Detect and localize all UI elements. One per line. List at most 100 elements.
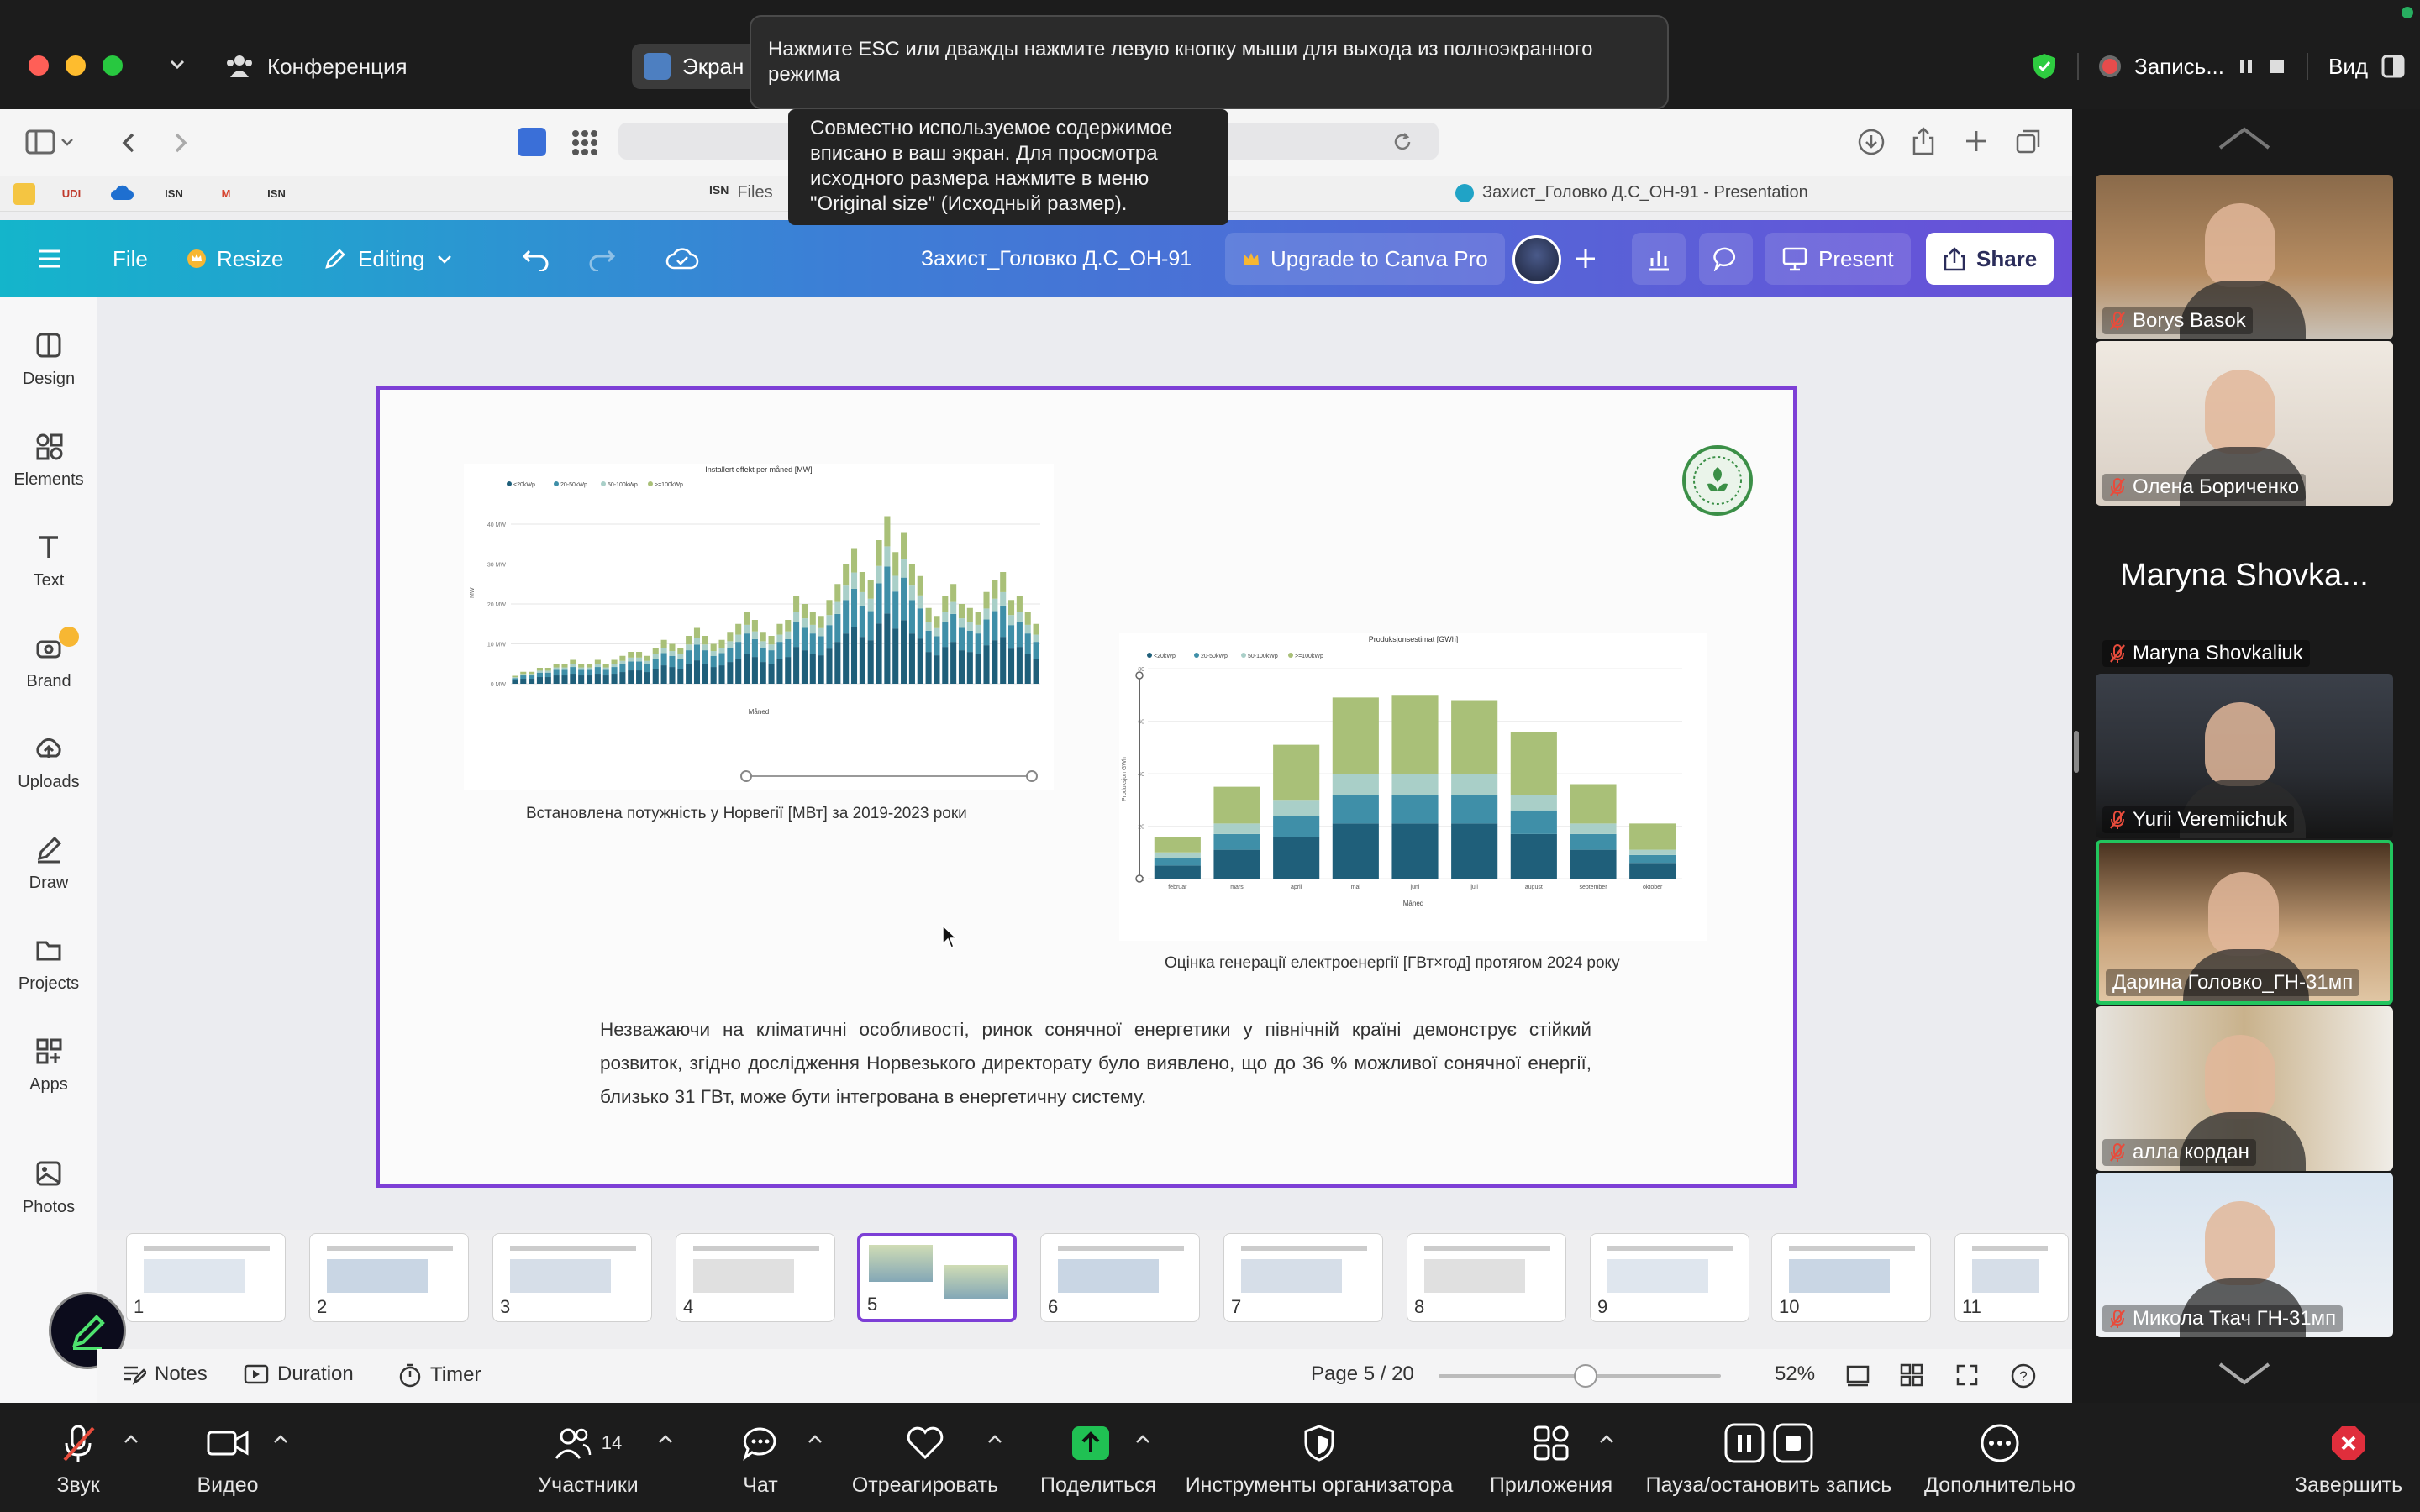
undo-icon[interactable] bbox=[521, 220, 551, 297]
rail-item-uploads[interactable]: Uploads bbox=[0, 732, 97, 792]
cloud-icon[interactable] bbox=[109, 183, 134, 205]
extension-icon[interactable] bbox=[518, 128, 546, 156]
range-slider-end[interactable] bbox=[1026, 770, 1038, 782]
page-view-icon[interactable] bbox=[1845, 1362, 1870, 1388]
slide-thumbnail-4[interactable]: 4 bbox=[676, 1233, 835, 1322]
tab-files[interactable]: ISN Files bbox=[709, 183, 773, 202]
view-menu-label[interactable]: Вид bbox=[2328, 54, 2368, 80]
host-tools-button[interactable]: Инструменты организатора bbox=[1176, 1423, 1462, 1498]
cloud-saved-icon[interactable] bbox=[666, 220, 699, 297]
chevron-down-icon[interactable] bbox=[166, 54, 188, 76]
chevron-up-icon[interactable] bbox=[272, 1433, 289, 1445]
slider-handle[interactable] bbox=[1135, 874, 1144, 883]
rail-item-draw[interactable]: Draw bbox=[0, 833, 97, 893]
chevron-up-icon[interactable] bbox=[1598, 1433, 1615, 1445]
stop-record-icon[interactable] bbox=[2268, 57, 2286, 76]
view-layout-icon[interactable] bbox=[2381, 55, 2405, 78]
sidebar-toggle-icon[interactable] bbox=[25, 128, 76, 158]
slide-thumbnail-3[interactable]: 3 bbox=[492, 1233, 652, 1322]
video-tile[interactable]: Maryna Shovka... Maryna Shovkaliuk bbox=[2096, 507, 2393, 672]
comments-icon[interactable] bbox=[1699, 233, 1753, 285]
video-tile[interactable]: Олена Бориченко bbox=[2096, 341, 2393, 506]
bookmark-isn[interactable]: ISN bbox=[163, 183, 185, 205]
more-button[interactable]: Дополнительно bbox=[1916, 1423, 2084, 1498]
pause-stop-recording-button[interactable]: Пауза/остановить запись bbox=[1639, 1423, 1899, 1498]
rail-item-design[interactable]: Design bbox=[0, 329, 97, 389]
scroll-down-icon[interactable] bbox=[2215, 1359, 2274, 1388]
share-screen-button[interactable]: Поделиться bbox=[1040, 1423, 1156, 1498]
rail-item-elements[interactable]: Elements bbox=[0, 430, 97, 490]
file-menu[interactable]: File bbox=[113, 220, 148, 297]
editing-mode-button[interactable]: Editing bbox=[323, 220, 454, 297]
back-icon[interactable] bbox=[119, 129, 139, 156]
redo-icon[interactable] bbox=[587, 220, 617, 297]
zoom-window-button[interactable] bbox=[103, 55, 123, 76]
hamburger-menu-icon[interactable] bbox=[37, 220, 62, 297]
insights-icon[interactable] bbox=[1632, 233, 1686, 285]
slide-thumbnail-10[interactable]: 10 bbox=[1771, 1233, 1931, 1322]
resize-button[interactable]: Resize bbox=[187, 220, 283, 297]
slide[interactable]: Installert effekt per måned [MW] <20kWp 20… bbox=[376, 386, 1797, 1188]
video-button[interactable]: Видео bbox=[190, 1423, 266, 1498]
security-shield-icon[interactable] bbox=[2032, 53, 2057, 80]
zoom-slider-handle[interactable] bbox=[1573, 1364, 1597, 1388]
rail-item-apps[interactable]: Apps bbox=[0, 1035, 97, 1095]
slide-thumbnail-11[interactable]: 11 bbox=[1954, 1233, 2069, 1322]
share-button[interactable]: Share bbox=[1926, 233, 2054, 285]
tab-overview-icon[interactable] bbox=[2015, 128, 2042, 155]
slide-thumbnail-9[interactable]: 9 bbox=[1590, 1233, 1749, 1322]
slide-thumbnail-1[interactable]: 1 bbox=[126, 1233, 286, 1322]
reload-icon[interactable] bbox=[1392, 131, 1413, 153]
zoom-percent[interactable]: 52% bbox=[1775, 1362, 1815, 1386]
zoom-slider[interactable] bbox=[1439, 1364, 1721, 1388]
chevron-up-icon[interactable] bbox=[1134, 1433, 1151, 1445]
present-button[interactable]: Present bbox=[1765, 233, 1911, 285]
chevron-up-icon[interactable] bbox=[123, 1433, 139, 1445]
add-collaborator-icon[interactable] bbox=[1573, 220, 1598, 297]
chevron-up-icon[interactable] bbox=[986, 1433, 1003, 1445]
rail-item-photos[interactable]: Photos bbox=[0, 1158, 97, 1217]
upgrade-pro-button[interactable]: Upgrade to Canva Pro bbox=[1225, 233, 1505, 285]
audio-button[interactable]: Звук bbox=[49, 1423, 108, 1498]
slider-handle[interactable] bbox=[1135, 671, 1144, 680]
close-window-button[interactable] bbox=[29, 55, 49, 76]
apps-button[interactable]: Приложения bbox=[1486, 1423, 1617, 1498]
video-tile[interactable]: Микола Ткач ГН-31мп bbox=[2096, 1173, 2393, 1337]
gmail-icon[interactable]: M bbox=[215, 183, 237, 205]
duration-button[interactable]: Duration bbox=[244, 1362, 354, 1386]
chevron-up-icon[interactable] bbox=[657, 1433, 674, 1445]
tab-grid-icon[interactable] bbox=[570, 128, 600, 158]
chevron-up-icon[interactable] bbox=[807, 1433, 823, 1445]
video-tile[interactable]: Yurii Veremiichuk bbox=[2096, 674, 2393, 838]
fullscreen-icon[interactable] bbox=[1954, 1362, 1980, 1388]
video-tile[interactable]: алла кордан bbox=[2096, 1006, 2393, 1171]
bookmark-isn[interactable]: ISN bbox=[266, 183, 287, 205]
conference-menu[interactable]: Конференция bbox=[225, 49, 408, 84]
slide-thumbnail-2[interactable]: 2 bbox=[309, 1233, 469, 1322]
minimize-window-button[interactable] bbox=[66, 55, 86, 76]
rail-item-text[interactable]: Text bbox=[0, 531, 97, 591]
chat-button[interactable]: Чат bbox=[731, 1423, 790, 1498]
share-page-icon[interactable] bbox=[1911, 126, 1936, 156]
download-icon[interactable] bbox=[1857, 128, 1886, 156]
react-button[interactable]: Отреагировать bbox=[849, 1423, 1002, 1498]
notes-button[interactable]: Notes bbox=[121, 1362, 208, 1386]
participants-button[interactable]: 14 Участники bbox=[529, 1423, 647, 1498]
slide-thumbnail-5[interactable]: 5 bbox=[857, 1233, 1017, 1322]
slide-thumbnail-6[interactable]: 6 bbox=[1040, 1233, 1200, 1322]
range-slider-start[interactable] bbox=[740, 770, 752, 782]
video-tile[interactable]: Дарина Головко_ГН-31мп bbox=[2096, 840, 2393, 1005]
document-title[interactable]: Захист_Головко Д.С_ОН-91 bbox=[921, 220, 1192, 297]
bookmark-icon[interactable] bbox=[13, 183, 35, 205]
production-estimate-chart[interactable]: Produksjonsestimat [GWh] <20kWp 20-50kWp 50… bbox=[1119, 633, 1707, 941]
bookmark-udi[interactable]: UDI bbox=[60, 183, 82, 205]
installed-capacity-chart[interactable]: Installert effekt per måned [MW] <20kWp 20… bbox=[464, 464, 1054, 790]
end-meeting-button[interactable]: Завершить bbox=[2286, 1423, 2412, 1498]
rail-item-brand[interactable]: Brand bbox=[0, 627, 97, 691]
new-tab-icon[interactable] bbox=[1963, 128, 1990, 155]
help-icon[interactable]: ? bbox=[2010, 1362, 2037, 1389]
slide-thumbnail-8[interactable]: 8 bbox=[1407, 1233, 1566, 1322]
scroll-up-icon[interactable] bbox=[2215, 124, 2274, 153]
panel-resize-handle[interactable] bbox=[2074, 731, 2079, 773]
video-tile[interactable]: Borys Basok bbox=[2096, 175, 2393, 339]
